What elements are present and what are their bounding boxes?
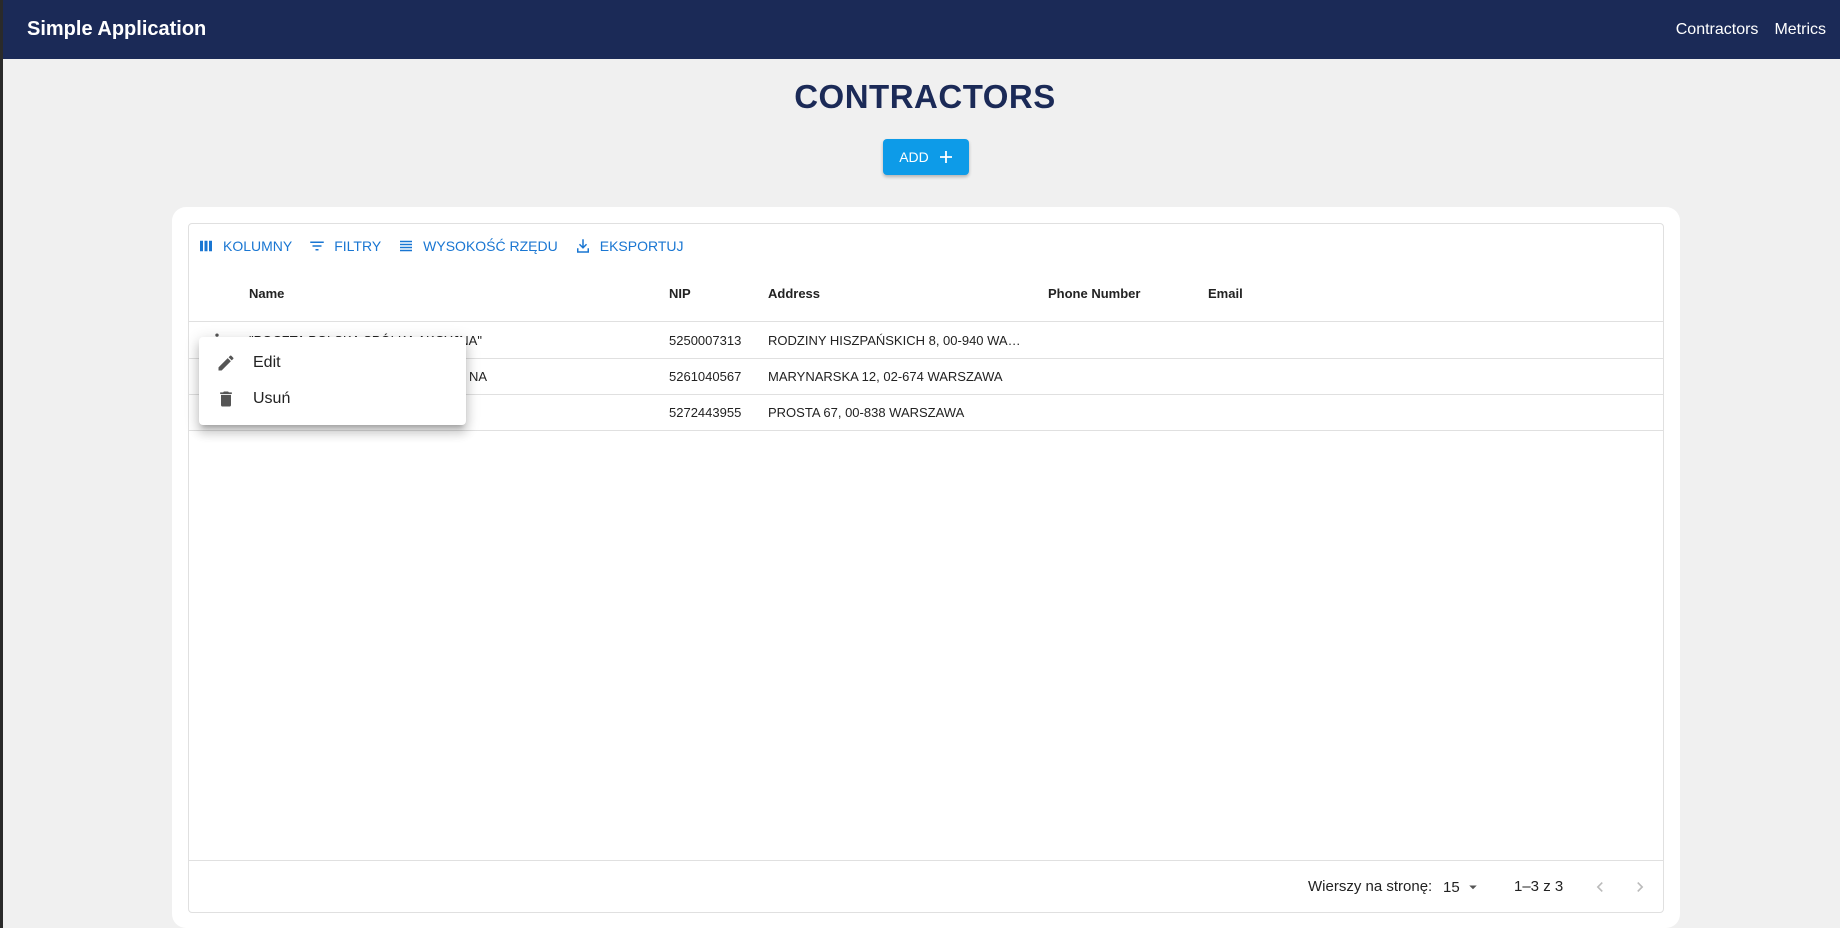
column-header-address[interactable]: Address [768,266,1028,322]
export-button[interactable]: EKSPORTUJ [574,237,684,255]
filter-icon [310,241,324,251]
menu-item-edit[interactable]: Edit [199,345,466,381]
rows-per-page-select[interactable]: 15 [1443,874,1482,900]
grid-toolbar: KOLUMNY FILTRY WYSOKOŚĆ RZĘDU EKSPORTUJ [197,234,684,258]
cell-nip: 5272443955 [669,405,742,420]
rows-per-page-label: Wierszy na stronę: [1308,878,1433,895]
trash-icon [220,391,232,407]
data-grid: KOLUMNY FILTRY WYSOKOŚĆ RZĘDU EKSPORTUJ … [188,223,1664,913]
columns-label: KOLUMNY [223,238,293,254]
columns-button[interactable]: KOLUMNY [197,237,292,255]
next-page-button[interactable] [1627,874,1653,900]
column-header-name[interactable]: Name [249,266,649,322]
nav-metrics[interactable]: Metrics [1774,21,1826,39]
chevron-left-icon [1596,882,1603,892]
page-title: CONTRACTORS [794,78,1056,115]
app-title: Simple Application [27,18,207,40]
top-nav: Contractors Metrics [1676,21,1826,39]
filters-label: FILTRY [334,238,382,254]
chevron-right-icon [1637,882,1644,892]
menu-item-delete[interactable]: Usuń [199,381,466,417]
download-icon [576,239,589,253]
previous-page-button[interactable] [1587,874,1613,900]
menu-item-edit-label: Edit [253,354,281,371]
plus-icon [939,151,952,163]
column-header-phone[interactable]: Phone Number [1048,266,1198,322]
menu-item-delete-label: Usuń [253,390,291,407]
table-header: Name NIP Address Phone Number Email [189,266,1663,322]
add-button-label: ADD [899,149,929,165]
nav-contractors[interactable]: Contractors [1676,21,1759,39]
grid-footer: Wierszy na stronę: 15 1–3 z 3 [189,860,1663,912]
cell-address: PROSTA 67, 00-838 WARSZAWA [768,405,965,420]
filters-button[interactable]: FILTRY [308,237,381,255]
cell-address: RODZINY HISZPAŃSKICH 8, 00-940 WA… [768,333,1021,348]
pagination-range: 1–3 z 3 [1514,878,1564,895]
add-button[interactable]: ADD [883,139,969,175]
app-bar: Simple Application Contractors Metrics [3,0,1840,59]
window-edge [0,0,3,928]
row-context-menu: Edit Usuń [199,337,466,425]
density-icon [400,240,413,252]
density-label: WYSOKOŚĆ RZĘDU [423,238,558,254]
column-header-nip[interactable]: NIP [669,266,759,322]
column-header-email[interactable]: Email [1208,266,1358,322]
pencil-icon [218,355,234,371]
density-button[interactable]: WYSOKOŚĆ RZĘDU [397,237,558,255]
rows-per-page-value: 15 [1443,878,1460,896]
cell-address: MARYNARSKA 12, 02-674 WARSZAWA [768,369,1003,384]
cell-nip: 5261040567 [669,369,742,384]
cell-nip: 5250007313 [669,333,742,348]
caret-down-icon [1468,885,1477,890]
export-label: EKSPORTUJ [599,238,684,254]
columns-icon [200,240,212,252]
